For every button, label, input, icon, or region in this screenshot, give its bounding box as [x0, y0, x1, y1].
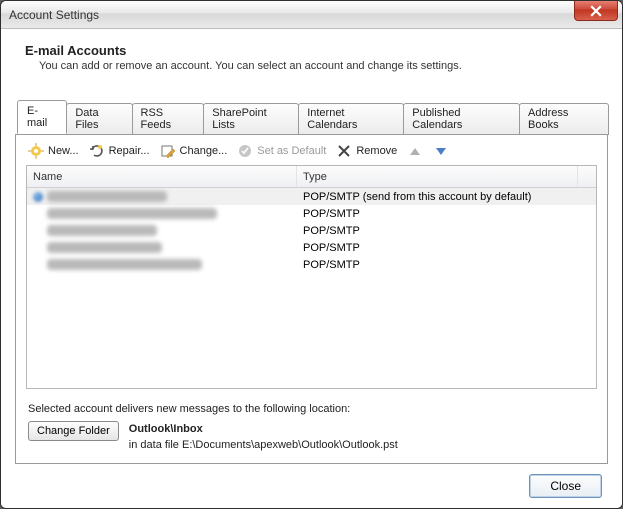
list-row[interactable]: POP/SMTP — [27, 239, 596, 256]
toolbar-repair-label: Repair... — [109, 145, 150, 157]
tab-address-books[interactable]: Address Books — [519, 103, 609, 135]
footer: Close — [15, 464, 608, 498]
list-row[interactable]: POP/SMTP (send from this account by defa… — [27, 188, 596, 205]
titlebar: Account Settings — [1, 1, 622, 29]
tab-strip: E-mail Data Files RSS Feeds SharePoint L… — [15, 100, 608, 134]
tab-data-files[interactable]: Data Files — [66, 103, 132, 135]
account-name-redacted — [47, 191, 167, 202]
tab-published-calendars[interactable]: Published Calendars — [403, 103, 520, 135]
toolbar-change[interactable]: Change... — [160, 143, 228, 159]
toolbar-set-default-label: Set as Default — [257, 145, 326, 157]
toolbar-move-up — [407, 143, 423, 159]
client-area: E-mail Accounts You can add or remove an… — [1, 29, 622, 508]
delivery-label: Selected account delivers new messages t… — [28, 403, 595, 415]
list-row[interactable]: POP/SMTP — [27, 205, 596, 222]
header-title: E-mail Accounts — [25, 43, 604, 58]
check-circle-icon — [237, 143, 253, 159]
list-row[interactable]: POP/SMTP — [27, 222, 596, 239]
remove-icon — [336, 143, 352, 159]
tab-panel: New... Repair... Change... — [15, 134, 608, 464]
tab-email[interactable]: E-mail — [17, 100, 67, 134]
window-title: Account Settings — [9, 8, 99, 22]
list-body: POP/SMTP (send from this account by defa… — [27, 188, 596, 388]
change-folder-button[interactable]: Change Folder — [28, 421, 119, 441]
header-description: You can add or remove an account. You ca… — [25, 58, 604, 72]
new-icon — [28, 143, 44, 159]
repair-icon — [89, 143, 105, 159]
account-name-redacted — [47, 208, 217, 219]
account-type: POP/SMTP — [297, 225, 596, 237]
toolbar-change-label: Change... — [180, 145, 228, 157]
account-name-redacted — [47, 242, 162, 253]
account-type: POP/SMTP — [297, 259, 596, 271]
column-header-end — [578, 166, 596, 187]
account-name-redacted — [47, 259, 202, 270]
delivery-datafile: in data file E:\Documents\apexweb\Outloo… — [129, 439, 398, 451]
toolbar-new[interactable]: New... — [28, 143, 79, 159]
change-icon — [160, 143, 176, 159]
window-close-button[interactable] — [574, 1, 618, 21]
accounts-list: Name Type POP/SMTP (send from this accou… — [26, 165, 597, 389]
delivery-folder: Outlook\Inbox — [129, 423, 203, 435]
account-type: POP/SMTP — [297, 208, 596, 220]
column-header-name[interactable]: Name — [27, 166, 297, 187]
delivery-text: Outlook\Inbox in data file E:\Documents\… — [129, 421, 398, 453]
delivery-block: Selected account delivers new messages t… — [26, 389, 597, 453]
account-settings-window: Account Settings E-mail Accounts You can… — [0, 0, 623, 509]
toolbar-move-down[interactable] — [433, 143, 449, 159]
list-row[interactable]: POP/SMTP — [27, 256, 596, 273]
toolbar-remove[interactable]: Remove — [336, 143, 397, 159]
list-header: Name Type — [27, 166, 596, 188]
account-type: POP/SMTP (send from this account by defa… — [297, 191, 596, 203]
tab-sharepoint-lists[interactable]: SharePoint Lists — [203, 103, 299, 135]
arrow-down-icon — [433, 143, 449, 159]
arrow-up-icon — [407, 143, 423, 159]
toolbar-new-label: New... — [48, 145, 79, 157]
close-icon — [590, 5, 602, 17]
column-header-type[interactable]: Type — [297, 166, 578, 187]
toolbar: New... Repair... Change... — [26, 143, 597, 165]
toolbar-set-default: Set as Default — [237, 143, 326, 159]
account-name-redacted — [47, 225, 157, 236]
account-type: POP/SMTP — [297, 242, 596, 254]
close-button[interactable]: Close — [529, 474, 602, 498]
default-account-icon — [33, 192, 43, 202]
tab-rss-feeds[interactable]: RSS Feeds — [132, 103, 205, 135]
toolbar-repair[interactable]: Repair... — [89, 143, 150, 159]
toolbar-remove-label: Remove — [356, 145, 397, 157]
tab-internet-calendars[interactable]: Internet Calendars — [298, 103, 404, 135]
header-block: E-mail Accounts You can add or remove an… — [15, 41, 608, 82]
